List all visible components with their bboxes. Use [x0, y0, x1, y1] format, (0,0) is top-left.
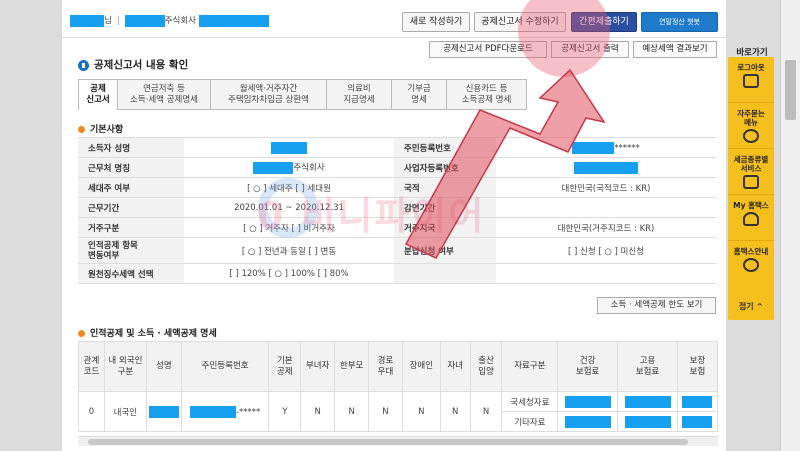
redacted-name	[70, 14, 104, 27]
redacted-value	[189, 405, 236, 418]
redacted-company	[124, 14, 165, 27]
main-page: 님 | 주식회사 새로 작성하기 공제신고서 수정하기 간편제출하기 연말정산 챗봇…	[62, 0, 726, 451]
page-title: 공제신고서 내용 확인	[78, 57, 188, 72]
user-icon	[743, 212, 759, 226]
sidebar-item-logout[interactable]: 로그아웃	[728, 57, 774, 103]
redacted-value	[624, 395, 671, 408]
redacted-value	[271, 141, 307, 154]
table-header-row: 관계 코드 내 외국인 구분 성명 주민등록번호 기본 공제 부녀자 한부모 경…	[78, 341, 719, 392]
redacted-value	[564, 415, 611, 428]
star-icon	[743, 129, 759, 143]
deduction-limit-button[interactable]: 소득 · 세액공제 한도 보기	[597, 297, 716, 314]
sidebar-collapse-button[interactable]: 접기 ^	[728, 301, 774, 312]
info-icon	[78, 59, 89, 71]
top-bar: 님 | 주식회사 새로 작성하기 공제신고서 수정하기 간편제출하기 연말정산 챗봇	[62, 0, 726, 38]
lock-icon	[743, 74, 759, 88]
pointer-arrow-icon	[404, 68, 606, 259]
page-title-text: 공제신고서 내용 확인	[94, 59, 189, 71]
vertical-scrollbar[interactable]	[780, 0, 800, 451]
checkbox-icon	[743, 175, 759, 189]
orange-bullet-icon	[78, 330, 85, 337]
redacted-value	[253, 161, 294, 174]
table-row: 0 내국인 -***** Y N N N N N N 국세청자료	[78, 391, 719, 432]
tab-monthly-rent[interactable]: 월세액·거주자간 주택임차차입금 상환액	[211, 79, 327, 110]
sidebar-item-my-hometax[interactable]: My 홈택스	[728, 195, 774, 241]
tab-medical-expenses[interactable]: 의료비 지급명세	[327, 79, 392, 110]
deduction-table: 관계 코드 내 외국인 구분 성명 주민등록번호 기본 공제 부녀자 한부모 경…	[78, 341, 719, 432]
company-suffix: 주식회사	[164, 16, 196, 26]
redacted-value	[682, 415, 713, 428]
quick-links-sidebar: 바로가기 로그아웃 자주묻는 메뉴 세금종류별 서비스 My 홈택스 홈택스안내…	[728, 40, 776, 451]
deduction-title: 인적공제 및 소득 · 세액공제 명세	[78, 326, 217, 339]
sidebar-item-faq-menu[interactable]: 자주묻는 메뉴	[728, 103, 774, 149]
tab-deduction-form[interactable]: 공제 신고서	[78, 79, 118, 110]
new-write-button[interactable]: 새로 작성하기	[402, 12, 470, 32]
guide-icon	[743, 258, 759, 272]
user-suffix: 님	[104, 16, 112, 26]
scrollbar-thumb[interactable]	[785, 60, 796, 120]
scrollbar-thumb[interactable]	[88, 439, 688, 445]
sidebar-panel: 로그아웃 자주묻는 메뉴 세금종류별 서비스 My 홈택스 홈택스안내	[728, 57, 774, 320]
sidebar-item-hometax-guide[interactable]: 홈택스안내	[728, 241, 774, 287]
tab-pension-savings[interactable]: 연금저축 등 소득·세액 공제명세	[118, 79, 211, 110]
redacted-value	[682, 395, 713, 408]
redacted-value	[148, 405, 179, 418]
basic-info-title: 기본사항	[78, 122, 123, 135]
orange-bullet-icon	[78, 126, 85, 133]
horizontal-scrollbar[interactable]	[78, 436, 718, 446]
redacted-value	[624, 415, 671, 428]
chatbot-button[interactable]: 연말정산 챗봇	[641, 12, 718, 32]
redacted-value	[564, 395, 611, 408]
sidebar-item-tax-services[interactable]: 세금종류별 서비스	[728, 149, 774, 195]
user-info: 님 | 주식회사	[70, 14, 269, 27]
redacted-extra	[198, 14, 269, 27]
expected-tax-button[interactable]: 예상세액 결과보기	[633, 41, 717, 58]
